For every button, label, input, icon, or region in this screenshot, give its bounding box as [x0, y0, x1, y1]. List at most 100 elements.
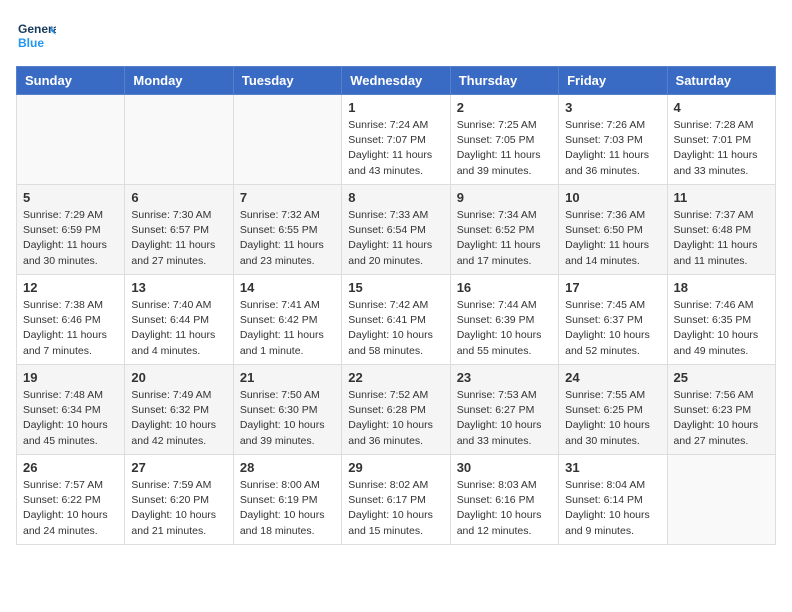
day-number: 26 [23, 460, 118, 475]
day-info: Sunrise: 7:55 AM Sunset: 6:25 PM Dayligh… [565, 388, 660, 449]
weekday-header: Thursday [450, 67, 558, 95]
day-info: Sunrise: 8:04 AM Sunset: 6:14 PM Dayligh… [565, 478, 660, 539]
calendar-week-row: 12 Sunrise: 7:38 AM Sunset: 6:46 PM Dayl… [17, 275, 776, 365]
calendar-cell: 4 Sunrise: 7:28 AM Sunset: 7:01 PM Dayli… [667, 95, 775, 185]
day-number: 18 [674, 280, 769, 295]
day-info: Sunrise: 7:25 AM Sunset: 7:05 PM Dayligh… [457, 118, 552, 179]
day-info: Sunrise: 7:34 AM Sunset: 6:52 PM Dayligh… [457, 208, 552, 269]
day-info: Sunrise: 7:49 AM Sunset: 6:32 PM Dayligh… [131, 388, 226, 449]
day-number: 24 [565, 370, 660, 385]
calendar-cell: 13 Sunrise: 7:40 AM Sunset: 6:44 PM Dayl… [125, 275, 233, 365]
calendar-cell: 6 Sunrise: 7:30 AM Sunset: 6:57 PM Dayli… [125, 185, 233, 275]
day-info: Sunrise: 7:56 AM Sunset: 6:23 PM Dayligh… [674, 388, 769, 449]
day-info: Sunrise: 7:40 AM Sunset: 6:44 PM Dayligh… [131, 298, 226, 359]
day-info: Sunrise: 7:59 AM Sunset: 6:20 PM Dayligh… [131, 478, 226, 539]
day-number: 25 [674, 370, 769, 385]
day-number: 11 [674, 190, 769, 205]
calendar-cell: 9 Sunrise: 7:34 AM Sunset: 6:52 PM Dayli… [450, 185, 558, 275]
day-info: Sunrise: 7:45 AM Sunset: 6:37 PM Dayligh… [565, 298, 660, 359]
calendar-week-row: 5 Sunrise: 7:29 AM Sunset: 6:59 PM Dayli… [17, 185, 776, 275]
calendar-cell [17, 95, 125, 185]
calendar-cell: 27 Sunrise: 7:59 AM Sunset: 6:20 PM Dayl… [125, 455, 233, 545]
calendar-cell: 28 Sunrise: 8:00 AM Sunset: 6:19 PM Dayl… [233, 455, 341, 545]
day-info: Sunrise: 7:41 AM Sunset: 6:42 PM Dayligh… [240, 298, 335, 359]
day-number: 1 [348, 100, 443, 115]
calendar-cell: 2 Sunrise: 7:25 AM Sunset: 7:05 PM Dayli… [450, 95, 558, 185]
logo: General Blue [16, 16, 56, 56]
day-number: 21 [240, 370, 335, 385]
calendar-cell: 15 Sunrise: 7:42 AM Sunset: 6:41 PM Dayl… [342, 275, 450, 365]
calendar-cell: 19 Sunrise: 7:48 AM Sunset: 6:34 PM Dayl… [17, 365, 125, 455]
day-number: 22 [348, 370, 443, 385]
calendar-cell: 1 Sunrise: 7:24 AM Sunset: 7:07 PM Dayli… [342, 95, 450, 185]
day-info: Sunrise: 7:52 AM Sunset: 6:28 PM Dayligh… [348, 388, 443, 449]
svg-text:General: General [18, 22, 56, 36]
day-number: 31 [565, 460, 660, 475]
calendar-cell [233, 95, 341, 185]
calendar-cell: 12 Sunrise: 7:38 AM Sunset: 6:46 PM Dayl… [17, 275, 125, 365]
day-number: 14 [240, 280, 335, 295]
day-info: Sunrise: 7:44 AM Sunset: 6:39 PM Dayligh… [457, 298, 552, 359]
day-number: 13 [131, 280, 226, 295]
day-info: Sunrise: 7:37 AM Sunset: 6:48 PM Dayligh… [674, 208, 769, 269]
day-number: 4 [674, 100, 769, 115]
calendar-cell: 16 Sunrise: 7:44 AM Sunset: 6:39 PM Dayl… [450, 275, 558, 365]
day-info: Sunrise: 8:00 AM Sunset: 6:19 PM Dayligh… [240, 478, 335, 539]
day-number: 27 [131, 460, 226, 475]
weekday-header: Wednesday [342, 67, 450, 95]
calendar-cell: 31 Sunrise: 8:04 AM Sunset: 6:14 PM Dayl… [559, 455, 667, 545]
calendar-week-row: 19 Sunrise: 7:48 AM Sunset: 6:34 PM Dayl… [17, 365, 776, 455]
day-info: Sunrise: 7:38 AM Sunset: 6:46 PM Dayligh… [23, 298, 118, 359]
calendar-cell: 8 Sunrise: 7:33 AM Sunset: 6:54 PM Dayli… [342, 185, 450, 275]
day-number: 7 [240, 190, 335, 205]
calendar-cell: 21 Sunrise: 7:50 AM Sunset: 6:30 PM Dayl… [233, 365, 341, 455]
calendar-cell: 30 Sunrise: 8:03 AM Sunset: 6:16 PM Dayl… [450, 455, 558, 545]
day-number: 19 [23, 370, 118, 385]
day-info: Sunrise: 7:33 AM Sunset: 6:54 PM Dayligh… [348, 208, 443, 269]
day-info: Sunrise: 7:50 AM Sunset: 6:30 PM Dayligh… [240, 388, 335, 449]
calendar-cell: 5 Sunrise: 7:29 AM Sunset: 6:59 PM Dayli… [17, 185, 125, 275]
calendar-cell: 3 Sunrise: 7:26 AM Sunset: 7:03 PM Dayli… [559, 95, 667, 185]
day-number: 6 [131, 190, 226, 205]
day-info: Sunrise: 7:26 AM Sunset: 7:03 PM Dayligh… [565, 118, 660, 179]
day-info: Sunrise: 7:32 AM Sunset: 6:55 PM Dayligh… [240, 208, 335, 269]
day-number: 9 [457, 190, 552, 205]
calendar-cell: 29 Sunrise: 8:02 AM Sunset: 6:17 PM Dayl… [342, 455, 450, 545]
day-number: 12 [23, 280, 118, 295]
weekday-header: Monday [125, 67, 233, 95]
day-info: Sunrise: 7:42 AM Sunset: 6:41 PM Dayligh… [348, 298, 443, 359]
day-info: Sunrise: 8:03 AM Sunset: 6:16 PM Dayligh… [457, 478, 552, 539]
calendar-cell: 17 Sunrise: 7:45 AM Sunset: 6:37 PM Dayl… [559, 275, 667, 365]
day-number: 16 [457, 280, 552, 295]
calendar-cell: 26 Sunrise: 7:57 AM Sunset: 6:22 PM Dayl… [17, 455, 125, 545]
day-info: Sunrise: 7:53 AM Sunset: 6:27 PM Dayligh… [457, 388, 552, 449]
day-info: Sunrise: 7:24 AM Sunset: 7:07 PM Dayligh… [348, 118, 443, 179]
calendar-cell: 7 Sunrise: 7:32 AM Sunset: 6:55 PM Dayli… [233, 185, 341, 275]
calendar-cell: 24 Sunrise: 7:55 AM Sunset: 6:25 PM Dayl… [559, 365, 667, 455]
calendar-cell [667, 455, 775, 545]
weekday-header: Friday [559, 67, 667, 95]
day-info: Sunrise: 7:28 AM Sunset: 7:01 PM Dayligh… [674, 118, 769, 179]
day-number: 15 [348, 280, 443, 295]
logo-svg: General Blue [16, 16, 56, 56]
day-number: 17 [565, 280, 660, 295]
calendar-cell: 23 Sunrise: 7:53 AM Sunset: 6:27 PM Dayl… [450, 365, 558, 455]
day-number: 3 [565, 100, 660, 115]
day-number: 10 [565, 190, 660, 205]
day-info: Sunrise: 7:29 AM Sunset: 6:59 PM Dayligh… [23, 208, 118, 269]
calendar-cell: 18 Sunrise: 7:46 AM Sunset: 6:35 PM Dayl… [667, 275, 775, 365]
day-number: 28 [240, 460, 335, 475]
day-number: 29 [348, 460, 443, 475]
day-info: Sunrise: 7:36 AM Sunset: 6:50 PM Dayligh… [565, 208, 660, 269]
day-number: 2 [457, 100, 552, 115]
svg-text:Blue: Blue [18, 36, 44, 50]
day-info: Sunrise: 8:02 AM Sunset: 6:17 PM Dayligh… [348, 478, 443, 539]
day-info: Sunrise: 7:57 AM Sunset: 6:22 PM Dayligh… [23, 478, 118, 539]
calendar-cell: 25 Sunrise: 7:56 AM Sunset: 6:23 PM Dayl… [667, 365, 775, 455]
calendar-table: SundayMondayTuesdayWednesdayThursdayFrid… [16, 66, 776, 545]
calendar-cell: 14 Sunrise: 7:41 AM Sunset: 6:42 PM Dayl… [233, 275, 341, 365]
weekday-header-row: SundayMondayTuesdayWednesdayThursdayFrid… [17, 67, 776, 95]
page-header: General Blue [16, 16, 776, 56]
day-number: 8 [348, 190, 443, 205]
calendar-cell: 10 Sunrise: 7:36 AM Sunset: 6:50 PM Dayl… [559, 185, 667, 275]
